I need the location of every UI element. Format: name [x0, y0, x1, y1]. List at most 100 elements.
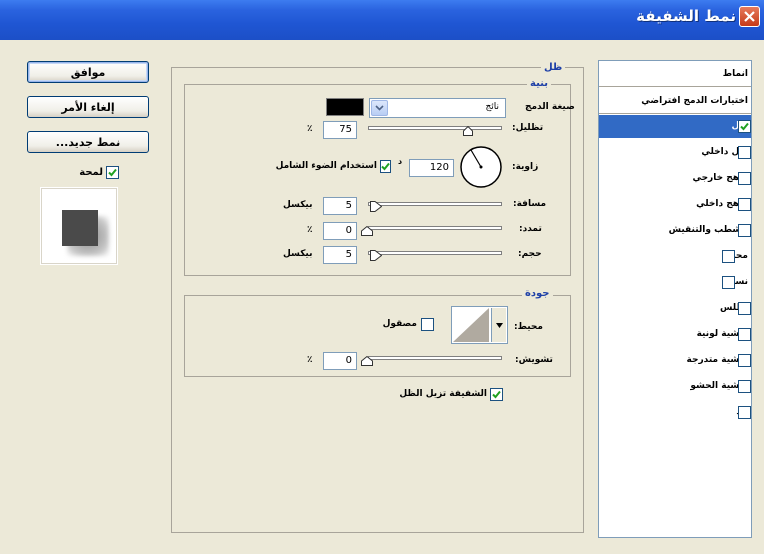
blend-mode-value: نائج: [485, 102, 499, 112]
shadow-group-title: ظل: [541, 62, 566, 73]
angle-dial[interactable]: [459, 145, 503, 189]
blend-mode-select[interactable]: نائج: [369, 98, 506, 118]
spread-label: تمدد:: [519, 224, 542, 234]
opacity-input[interactable]: 75: [323, 121, 357, 139]
quality-group-title: جودة: [522, 288, 553, 299]
style-item-outer-glow[interactable]: توهج خارجي: [599, 167, 751, 190]
style-item-checkbox[interactable]: [722, 276, 735, 289]
size-label: حجم:: [518, 249, 542, 259]
style-list-header-label: انماط: [722, 69, 748, 79]
size-input[interactable]: 5: [323, 246, 357, 264]
style-item-checkbox[interactable]: [738, 302, 751, 315]
check-icon: [740, 122, 749, 131]
knockout-label: الشفيفة تزيل الظل: [399, 389, 487, 399]
opacity-label: تظليل:: [512, 123, 544, 133]
spread-input[interactable]: 0: [323, 222, 357, 240]
style-item-texture[interactable]: نسيج: [599, 271, 751, 294]
contour-preview-icon: [453, 308, 489, 342]
distance-label: مسافة:: [513, 199, 547, 209]
noise-slider-track: [368, 356, 502, 360]
style-item-checkbox[interactable]: [738, 380, 751, 393]
distance-unit: بيكسل: [283, 200, 313, 210]
noise-slider[interactable]: [357, 352, 506, 366]
title-bar[interactable]: نمط الشفيفة: [0, 0, 764, 40]
antialiased-checkbox[interactable]: [421, 317, 434, 331]
size-unit: بيكسل: [283, 249, 313, 259]
preview-toggle[interactable]: لمحة: [63, 164, 119, 180]
style-item-stroke[interactable]: حد: [599, 401, 751, 424]
global-light-label: استخدام الضوء الشامل: [275, 161, 377, 171]
contour-picker[interactable]: [451, 306, 508, 344]
check-icon: [381, 162, 390, 170]
size-slider-track: [368, 251, 502, 255]
dropdown-button[interactable]: [371, 100, 388, 116]
structure-group-title: بنية: [527, 78, 551, 89]
close-button[interactable]: [739, 6, 760, 27]
contour-label: محيط:: [514, 322, 543, 332]
new-style-button[interactable]: نمط جديد...: [27, 131, 149, 153]
preview-box: [40, 187, 118, 265]
check-icon: [108, 168, 117, 176]
distance-slider[interactable]: [366, 198, 506, 212]
style-item-pattern-overlay[interactable]: تغشية الحشو: [599, 375, 751, 398]
cancel-button[interactable]: إلغاء الأمر: [27, 96, 149, 118]
global-light-checkbox[interactable]: [380, 159, 391, 173]
style-item-drop-shadow[interactable]: ظل: [599, 115, 751, 138]
preview-swatch: [62, 210, 98, 246]
style-item-bevel-emboss[interactable]: الشطب والتنقيش: [599, 219, 751, 242]
angle-label: زاوية:: [512, 162, 539, 172]
spread-slider-thumb[interactable]: [361, 226, 373, 236]
global-light-toggle[interactable]: استخدام الضوء الشامل: [275, 158, 391, 174]
noise-unit: ٪: [307, 355, 313, 365]
style-item-checkbox[interactable]: [738, 146, 751, 159]
style-item-checkbox[interactable]: [738, 224, 751, 237]
ok-button[interactable]: موافق: [27, 61, 149, 83]
style-item-gradient-overlay[interactable]: تغشية متدرجة: [599, 349, 751, 372]
style-item-inner-glow[interactable]: توهج داخلي: [599, 193, 751, 216]
close-icon: [744, 11, 755, 22]
style-item-checkbox[interactable]: [738, 172, 751, 185]
distance-input[interactable]: 5: [323, 197, 357, 215]
size-slider[interactable]: [366, 247, 506, 261]
blend-color-swatch[interactable]: [326, 98, 364, 116]
style-item-checkbox[interactable]: [738, 354, 751, 367]
distance-slider-track: [368, 202, 502, 206]
chevron-down-icon: [375, 105, 384, 111]
blend-mode-label: صيغة الدمج: [525, 102, 575, 112]
style-item-label: الشطب والتنقيش: [668, 225, 748, 235]
angle-unit: د: [398, 157, 403, 166]
noise-label: تشويش:: [515, 355, 553, 365]
noise-input[interactable]: 0: [323, 352, 357, 370]
size-slider-thumb[interactable]: [370, 250, 382, 261]
antialiased-label: مصقول: [382, 319, 417, 329]
style-item-checkbox[interactable]: [738, 328, 751, 341]
opacity-slider-thumb[interactable]: [463, 126, 473, 136]
style-item-inner-shadow[interactable]: ظل داخلي: [599, 141, 751, 164]
style-list: انماط اختيارات الدمج افتراضي ظل ظل داخلي…: [598, 60, 752, 538]
distance-slider-thumb[interactable]: [370, 201, 382, 212]
style-item-checkbox[interactable]: [722, 250, 735, 263]
preview-checkbox[interactable]: [106, 165, 119, 179]
angle-input[interactable]: 120: [409, 159, 454, 177]
style-item-checkbox[interactable]: [738, 120, 751, 133]
opacity-slider[interactable]: [366, 122, 506, 136]
antialiased-toggle[interactable]: مصقول: [371, 316, 434, 332]
opacity-unit: ٪: [307, 124, 313, 134]
check-icon: [492, 390, 501, 398]
opacity-slider-track: [368, 126, 502, 130]
style-item-satin[interactable]: اطلس: [599, 297, 751, 320]
spread-slider[interactable]: [357, 222, 506, 236]
style-item-color-overlay[interactable]: تغشية لونية: [599, 323, 751, 346]
preview-label: لمحة: [79, 166, 103, 178]
knockout-toggle[interactable]: الشفيفة تزيل الظل: [398, 386, 503, 402]
knockout-checkbox[interactable]: [490, 387, 503, 401]
noise-slider-thumb[interactable]: [361, 356, 373, 366]
contour-dropdown-button[interactable]: [491, 308, 506, 342]
style-list-header[interactable]: انماط: [599, 61, 751, 87]
blend-options-item[interactable]: اختيارات الدمج افتراضي: [599, 88, 751, 114]
style-item-checkbox[interactable]: [738, 198, 751, 211]
style-item-checkbox[interactable]: [738, 406, 751, 419]
style-item-contour[interactable]: محيط: [599, 245, 751, 268]
caret-down-icon: [495, 322, 503, 328]
spread-slider-track: [368, 226, 502, 230]
